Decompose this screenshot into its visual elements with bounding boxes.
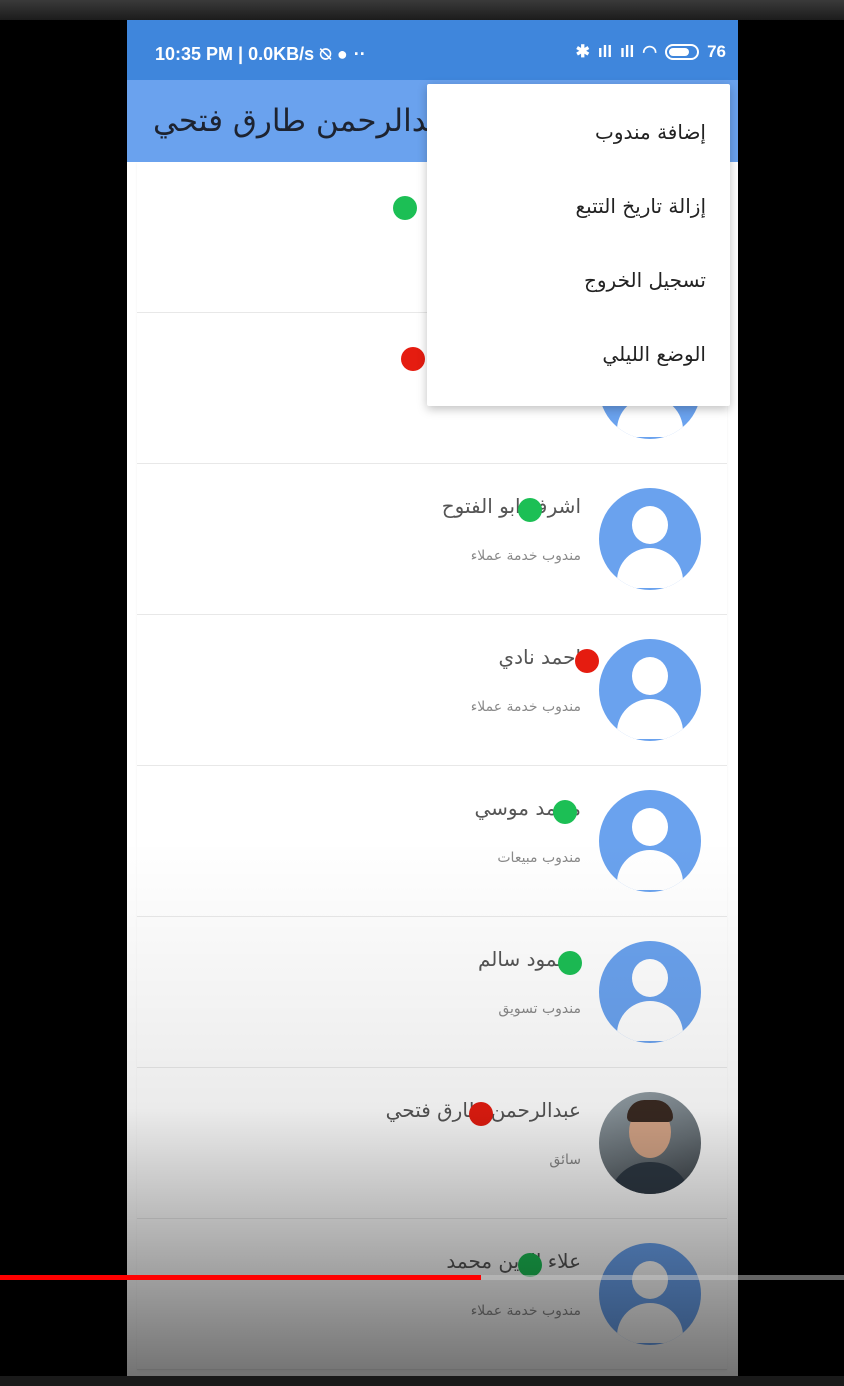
- battery-icon: [665, 44, 700, 60]
- agent-role: سائق: [549, 1152, 581, 1168]
- status-left: 10:35 PM | 0.0KB/s ⍉ ● ··: [155, 44, 366, 65]
- overflow-menu: إضافة مندوب إزالة تاريخ التتبع تسجيل الخرو…: [427, 84, 730, 406]
- agent-card[interactable]: عبدالرحمن طارق فتحي سائق: [137, 1068, 727, 1219]
- agent-card[interactable]: احمد نادي مندوب خدمة عملاء: [137, 615, 727, 766]
- avatar: [599, 790, 701, 892]
- avatar: [599, 488, 701, 590]
- agent-card[interactable]: علاء الدين محمد مندوب خدمة عملاء: [137, 1219, 727, 1370]
- status-dot-online: [518, 498, 542, 522]
- user-head-icon: [632, 657, 668, 695]
- agent-role: مندوب خدمة عملاء: [470, 699, 581, 715]
- phone-screen: 10:35 PM | 0.0KB/s ⍉ ● ·· ✱ ıll ıll ◠ 76…: [127, 20, 738, 1376]
- status-dot-online: [553, 800, 577, 824]
- user-body-icon: [617, 699, 683, 739]
- status-dot-offline: [401, 347, 425, 371]
- status-dot-offline: [575, 649, 599, 673]
- battery-level: 76: [707, 42, 726, 61]
- user-body-icon: [617, 850, 683, 890]
- user-head-icon: [632, 959, 668, 997]
- menu-item[interactable]: تسجيل الخروج: [427, 243, 730, 317]
- notification-off-icon: ⍉: [320, 44, 331, 64]
- messenger-icon: ●: [336, 44, 348, 64]
- agent-name: علاء الدين محمد: [446, 1249, 581, 1273]
- bluetooth-icon: ✱: [575, 42, 590, 61]
- user-head-icon: [632, 1261, 668, 1299]
- user-head-icon: [632, 506, 668, 544]
- status-dot-online: [558, 951, 582, 975]
- agent-name: احمد نادي: [498, 645, 581, 669]
- avatar: [599, 1243, 701, 1345]
- agent-role: مندوب خدمة عملاء: [470, 1303, 581, 1319]
- agent-card[interactable]: اشرف ابو الفتوح مندوب خدمة عملاء: [137, 464, 727, 615]
- video-top-bar: [0, 0, 844, 20]
- agent-card[interactable]: محمود سالم مندوب تسويق: [137, 917, 727, 1068]
- more-dots-icon: ··: [353, 44, 366, 64]
- avatar: [599, 639, 701, 741]
- user-head-icon: [632, 808, 668, 846]
- avatar: [599, 1092, 701, 1194]
- signal-2-icon: ıll: [620, 42, 635, 61]
- status-time: 10:35 PM | 0.0KB/s: [155, 44, 315, 64]
- menu-item[interactable]: إزالة تاريخ التتبع: [427, 169, 730, 243]
- user-body-icon: [617, 1001, 683, 1041]
- user-body-icon: [617, 548, 683, 588]
- video-bottom-bar: [0, 1376, 844, 1386]
- agent-role: مندوب مبيعات: [497, 850, 581, 866]
- agent-name: اشرف ابو الفتوح: [441, 494, 581, 518]
- wifi-icon: ◠: [642, 42, 658, 61]
- menu-item[interactable]: إضافة مندوب: [427, 95, 730, 169]
- status-bar: 10:35 PM | 0.0KB/s ⍉ ● ·· ✱ ıll ıll ◠ 76: [127, 20, 738, 80]
- status-right: ✱ ıll ıll ◠ 76: [576, 42, 726, 62]
- agent-role: مندوب تسويق: [498, 1001, 581, 1017]
- agent-role: مندوب خدمة عملاء: [470, 548, 581, 564]
- user-body-icon: [617, 1303, 683, 1343]
- avatar: [599, 941, 701, 1043]
- video-progress-fill: [0, 1275, 482, 1280]
- status-dot-online: [393, 196, 417, 220]
- signal-icon: ıll: [597, 42, 613, 61]
- menu-item[interactable]: الوضع الليلي: [427, 317, 730, 391]
- status-dot-online: [518, 1253, 542, 1277]
- status-dot-offline: [469, 1102, 493, 1126]
- agent-card[interactable]: محمد موسي مندوب مبيعات: [137, 766, 727, 917]
